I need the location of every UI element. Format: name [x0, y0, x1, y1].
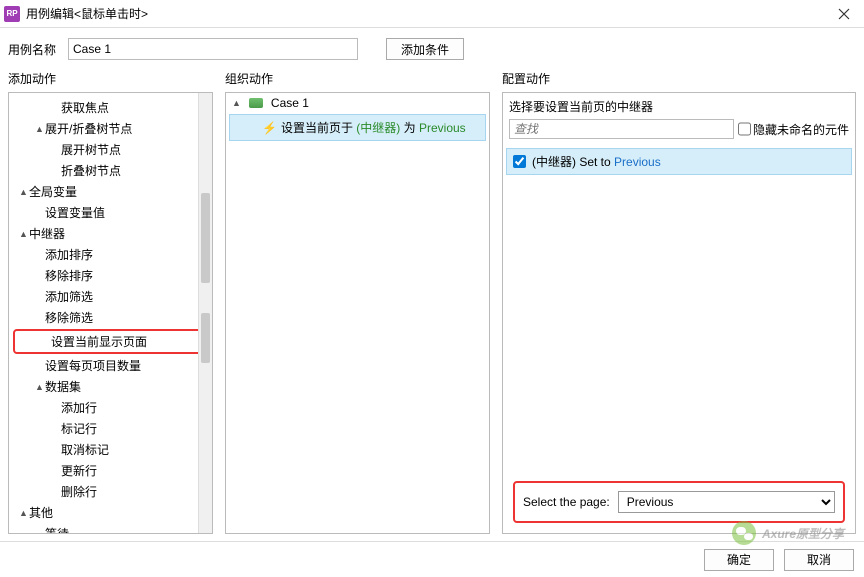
configure-action-header: 配置动作 [502, 70, 856, 88]
expand-icon: ▲ [35, 124, 45, 134]
tree-item[interactable]: ▲全局变量 [9, 181, 212, 202]
action-mid: 为 [404, 121, 416, 135]
hide-unnamed-text: 隐藏未命名的元件 [753, 121, 849, 138]
tree-item[interactable]: ▲展开/折叠树节点 [9, 118, 212, 139]
hide-unnamed-label[interactable]: 隐藏未命名的元件 [738, 119, 849, 139]
tree-item[interactable]: 展开树节点 [9, 139, 212, 160]
action-value: Previous [416, 121, 466, 135]
configure-panel: 选择要设置当前页的中继器 隐藏未命名的元件 (中继器) Set to Previ… [502, 92, 856, 534]
window-title: 用例编辑<鼠标单击时> [26, 5, 824, 22]
tree-item-label: 添加行 [61, 399, 97, 416]
actions-tree[interactable]: 获取焦点▲展开/折叠树节点展开树节点折叠树节点▲全局变量设置变量值▲中继器添加排… [9, 93, 212, 534]
columns: 添加动作 获取焦点▲展开/折叠树节点展开树节点折叠树节点▲全局变量设置变量值▲中… [0, 70, 864, 540]
tree-item[interactable]: 移除排序 [9, 265, 212, 286]
scrollbar-thumb[interactable] [201, 193, 210, 283]
close-button[interactable] [824, 0, 864, 27]
tree-item-label: 更新行 [61, 462, 97, 479]
scrollbar-thumb[interactable] [201, 313, 210, 363]
tree-item-label: 设置当前显示页面 [51, 333, 147, 350]
tree-item[interactable]: 添加行 [9, 397, 212, 418]
case-icon [249, 98, 263, 108]
tree-item[interactable]: 更新行 [9, 460, 212, 481]
tree-item[interactable]: 添加排序 [9, 244, 212, 265]
tree-item[interactable]: 等待 [9, 523, 212, 534]
tree-item[interactable]: 获取焦点 [9, 97, 212, 118]
tree-item-label: 折叠树节点 [61, 162, 121, 179]
tree-item[interactable]: ▲中继器 [9, 223, 212, 244]
tree-item[interactable]: 设置当前显示页面 [13, 329, 208, 354]
tree-item-label: 添加排序 [45, 246, 93, 263]
expand-icon: ▲ [19, 229, 29, 239]
tree-item-label: 展开树节点 [61, 141, 121, 158]
app-logo: RP [4, 6, 20, 22]
scrollbar[interactable] [198, 93, 212, 533]
organize-actions-header: 组织动作 [225, 70, 490, 88]
tree-item-label: 数据集 [45, 378, 81, 395]
tree-item-label: 等待 [45, 525, 69, 534]
action-text: 设置当前页于 [281, 121, 353, 135]
tree-item-label: 移除排序 [45, 267, 93, 284]
case-row[interactable]: ▲ Case 1 [226, 93, 489, 113]
expand-icon: ▲ [19, 187, 29, 197]
tree-item[interactable]: 设置变量值 [9, 202, 212, 223]
add-condition-button[interactable]: 添加条件 [386, 38, 464, 60]
add-actions-header: 添加动作 [8, 70, 213, 88]
hide-unnamed-checkbox[interactable] [738, 119, 751, 139]
expand-icon: ▲ [19, 508, 29, 518]
tree-item[interactable]: 取消标记 [9, 439, 212, 460]
select-page-label: Select the page: [523, 495, 610, 509]
select-page-section: Select the page: Previous [513, 481, 845, 523]
target-checkbox[interactable] [513, 155, 526, 168]
target-text: (中继器) Set to [532, 155, 614, 169]
top-row: 用例名称 添加条件 [0, 28, 864, 70]
organize-actions-column: 组织动作 ▲ Case 1 ⚡ 设置当前页于 (中继器) 为 Previous [225, 70, 490, 534]
ok-button[interactable]: 确定 [704, 549, 774, 571]
configure-instruction: 选择要设置当前页的中继器 [509, 98, 849, 115]
select-page-dropdown[interactable]: Previous [618, 491, 835, 513]
tree-item[interactable]: 移除筛选 [9, 307, 212, 328]
expand-icon: ▲ [232, 98, 241, 108]
tree-item[interactable]: ▲其他 [9, 502, 212, 523]
tree-item-label: 设置每页项目数量 [45, 357, 141, 374]
actions-tree-panel: 获取焦点▲展开/折叠树节点展开树节点折叠树节点▲全局变量设置变量值▲中继器添加排… [8, 92, 213, 534]
target-row[interactable]: (中继器) Set to Previous [506, 148, 852, 175]
lightning-icon: ⚡ [262, 121, 277, 135]
search-input[interactable] [509, 119, 734, 139]
tree-item-label: 获取焦点 [61, 99, 109, 116]
tree-item-label: 其他 [29, 504, 53, 521]
action-target: (中继器) [353, 121, 404, 135]
tree-item[interactable]: 标记行 [9, 418, 212, 439]
tree-item-label: 删除行 [61, 483, 97, 500]
tree-item-label: 设置变量值 [45, 204, 105, 221]
tree-item-label: 中继器 [29, 225, 65, 242]
tree-item-label: 添加筛选 [45, 288, 93, 305]
organize-panel: ▲ Case 1 ⚡ 设置当前页于 (中继器) 为 Previous [225, 92, 490, 534]
tree-item-label: 移除筛选 [45, 309, 93, 326]
tree-item[interactable]: 添加筛选 [9, 286, 212, 307]
close-icon [838, 8, 850, 20]
footer: 确定 取消 [0, 541, 864, 577]
tree-item[interactable]: 设置每页项目数量 [9, 355, 212, 376]
cancel-button[interactable]: 取消 [784, 549, 854, 571]
case-name-label: 用例名称 [8, 41, 56, 58]
tree-item-label: 取消标记 [61, 441, 109, 458]
tree-item[interactable]: ▲数据集 [9, 376, 212, 397]
titlebar: RP 用例编辑<鼠标单击时> [0, 0, 864, 28]
expand-icon: ▲ [35, 382, 45, 392]
add-actions-column: 添加动作 获取焦点▲展开/折叠树节点展开树节点折叠树节点▲全局变量设置变量值▲中… [8, 70, 213, 534]
case-name-input[interactable] [68, 38, 358, 60]
configure-action-column: 配置动作 选择要设置当前页的中继器 隐藏未命名的元件 (中继器) Set to … [502, 70, 856, 534]
action-row[interactable]: ⚡ 设置当前页于 (中继器) 为 Previous [229, 114, 486, 141]
case-label: Case 1 [271, 96, 309, 110]
target-value: Previous [614, 155, 661, 169]
tree-item[interactable]: 删除行 [9, 481, 212, 502]
tree-item-label: 展开/折叠树节点 [45, 120, 132, 137]
tree-item-label: 全局变量 [29, 183, 77, 200]
tree-item-label: 标记行 [61, 420, 97, 437]
tree-item[interactable]: 折叠树节点 [9, 160, 212, 181]
